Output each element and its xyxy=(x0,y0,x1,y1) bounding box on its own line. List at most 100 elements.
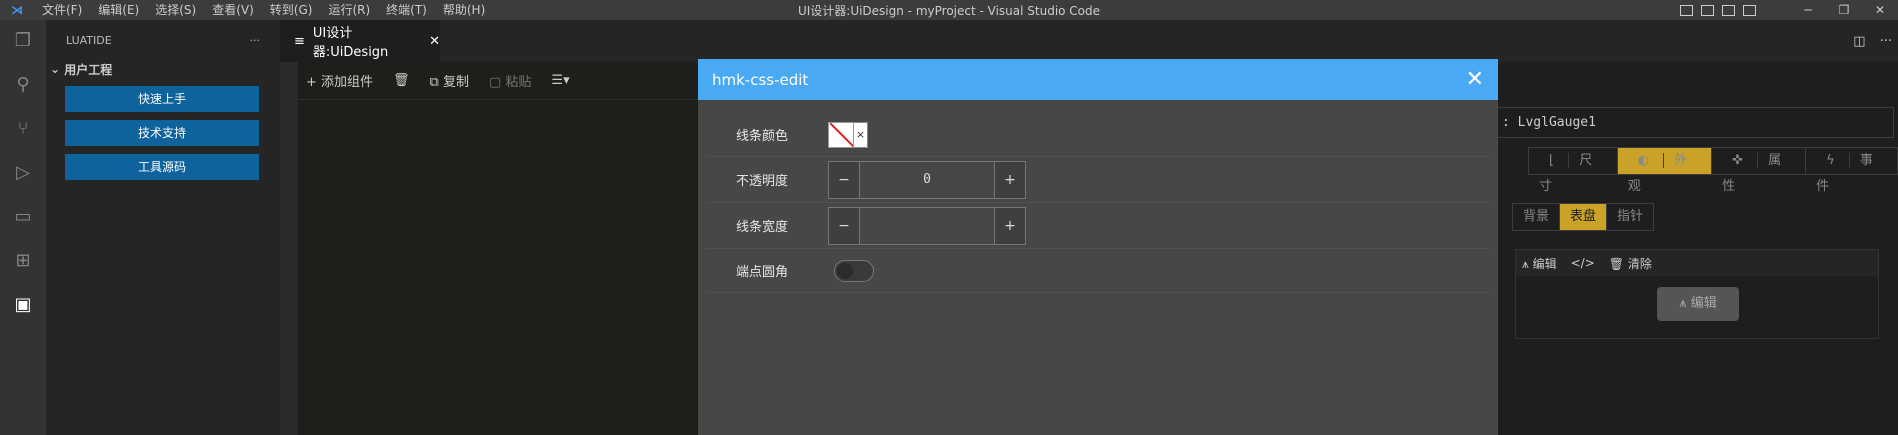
more-actions-icon[interactable]: ··· xyxy=(1880,34,1892,49)
trash-icon: 🗑 xyxy=(1608,256,1628,271)
delete-icon[interactable]: 🗑 xyxy=(393,73,410,88)
tab-events[interactable]: ϟ 事件 xyxy=(1806,148,1897,194)
sidebar-header: LUATIDE ··· xyxy=(46,20,280,60)
style-edit-box: ⩚ 编辑 </> 🗑 清除 ⩚ 编辑 xyxy=(1515,249,1879,339)
close-tab-icon[interactable]: ✕ xyxy=(429,34,440,49)
menu-bar: 文件(F) 编辑(E) 选择(S) 查看(V) 转到(G) 运行(R) 终端(T) 帮助(H) xyxy=(34,0,493,20)
add-component-button[interactable]: + 添加组件 xyxy=(306,71,373,90)
opacity-decrement-button[interactable]: − xyxy=(829,161,859,198)
tab-dial[interactable]: 表盘 xyxy=(1560,204,1608,230)
dialog-header: hmk-css-edit ✕ xyxy=(698,59,1498,100)
menu-edit[interactable]: 编辑(E) xyxy=(90,3,147,17)
compass-icon: ⩚ xyxy=(1679,296,1691,311)
title-bar: ⋊ 文件(F) 编辑(E) 选择(S) 查看(V) 转到(G) 运行(R) 终端(T) 帮助(… xyxy=(0,0,1898,20)
split-editor-icon[interactable]: ◫ xyxy=(1853,34,1865,49)
editor-gutter xyxy=(280,62,298,435)
tab-size[interactable]: ⌊ 尺寸 xyxy=(1529,148,1618,194)
menu-view[interactable]: 查看(V) xyxy=(204,3,262,17)
tab-background[interactable]: 背景 xyxy=(1513,204,1561,230)
menu-file[interactable]: 文件(F) xyxy=(34,3,90,17)
close-icon[interactable]: ✕ xyxy=(1466,67,1484,92)
close-window-button[interactable]: ✕ xyxy=(1862,3,1898,17)
edit-link-label: 编辑 xyxy=(1532,256,1557,271)
line-width-increment-button[interactable]: + xyxy=(995,207,1025,244)
search-icon[interactable]: ⚲ xyxy=(11,72,35,96)
menu-terminal[interactable]: 终端(T) xyxy=(378,3,435,17)
code-icon[interactable]: </> xyxy=(1571,256,1595,270)
tab-ui-design[interactable]: ≡ UI设计器:UiDesign ✕ xyxy=(280,20,440,62)
properties-icon: ✜ xyxy=(1722,153,1759,168)
opacity-input[interactable]: 0 xyxy=(859,161,995,198)
section-label: 用户工程 xyxy=(64,62,113,77)
customize-layout-icon[interactable] xyxy=(1743,4,1756,16)
window-controls: ─ ❐ ✕ xyxy=(1790,0,1898,20)
editor-tab-bar: ≡ UI设计器:UiDesign ✕ ◫ ··· xyxy=(280,20,1898,62)
clear-color-button[interactable]: × xyxy=(854,121,868,148)
activity-bar: ❐ ⚲ ⑂ ▷ ▭ ⊞ ▣ xyxy=(0,20,46,435)
line-width-input[interactable] xyxy=(859,207,995,244)
tool-source-button[interactable]: 工具源码 xyxy=(65,154,259,180)
source-control-icon[interactable]: ⑂ xyxy=(11,116,35,140)
row-round-ends: 端点圆角 xyxy=(706,249,1490,293)
line-width-label: 线条宽度 xyxy=(736,220,789,235)
line-width-stepper: − + xyxy=(828,206,1026,245)
row-line-color: 线条颜色 × xyxy=(706,113,1490,157)
round-ends-toggle[interactable] xyxy=(834,259,874,282)
color-swatch[interactable] xyxy=(828,121,854,148)
menu-help[interactable]: 帮助(H) xyxy=(435,3,493,17)
component-name-field[interactable]: : LvglGauge1 xyxy=(1497,107,1894,138)
sidebar-title: LUATIDE xyxy=(66,33,112,47)
copy-button[interactable]: ⧉ 复制 xyxy=(430,71,469,90)
tab-appearance[interactable]: ◐ 外观 xyxy=(1617,148,1713,194)
tech-support-button[interactable]: 技术支持 xyxy=(65,120,259,146)
minimize-button[interactable]: ─ xyxy=(1790,3,1826,17)
main-tabs: ⌊ 尺寸 ◐ 外观 ✜ 属性 ϟ 事件 xyxy=(1528,147,1898,194)
opacity-increment-button[interactable]: + xyxy=(995,161,1025,198)
toggle-secondary-sidebar-icon[interactable] xyxy=(1722,4,1735,16)
menu-selection[interactable]: 选择(S) xyxy=(147,3,204,17)
palette-icon: ◐ xyxy=(1627,153,1665,168)
vscode-logo-icon: ⋊ xyxy=(11,3,23,17)
more-actions-icon[interactable]: ··· xyxy=(250,34,261,47)
clear-link[interactable]: 🗑 清除 xyxy=(1609,255,1652,272)
paste-button[interactable]: ▢ 粘贴 xyxy=(489,71,531,90)
compass-icon: ⩚ xyxy=(1522,256,1533,271)
opacity-label: 不透明度 xyxy=(736,174,789,189)
toggle-panel-icon[interactable] xyxy=(1701,4,1714,16)
row-opacity: 不透明度 − 0 + xyxy=(706,157,1490,203)
file-icon: ≡ xyxy=(294,33,305,49)
design-canvas[interactable] xyxy=(298,62,698,435)
opacity-stepper: − 0 + xyxy=(828,160,1026,199)
section-user-project[interactable]: ⌄ 用户工程 xyxy=(46,60,280,78)
copy-label: 复制 xyxy=(442,75,469,90)
extensions-icon[interactable]: ⊞ xyxy=(11,248,35,272)
line-width-decrement-button[interactable]: − xyxy=(829,207,859,244)
edit-style-button[interactable]: ⩚ 编辑 xyxy=(1657,287,1739,321)
tab-pointer[interactable]: 指针 xyxy=(1607,204,1653,230)
edit-style-label: 编辑 xyxy=(1690,296,1717,311)
round-ends-label: 端点圆角 xyxy=(736,265,789,280)
editor-actions: ◫ ··· xyxy=(1853,20,1898,62)
chevron-down-icon: ⌄ xyxy=(50,62,65,76)
tab-properties[interactable]: ✜ 属性 xyxy=(1712,148,1807,194)
menu-run[interactable]: 运行(R) xyxy=(320,3,378,17)
css-edit-dialog: hmk-css-edit ✕ 线条颜色 × 不透明度 − 0 + 线条宽度 − … xyxy=(698,59,1498,435)
bolt-icon: ϟ xyxy=(1816,153,1850,168)
chip-icon[interactable]: ▣ xyxy=(11,292,35,316)
run-debug-icon[interactable]: ▷ xyxy=(11,160,35,184)
color-picker: × xyxy=(828,121,868,148)
tab-label: UI设计器:UiDesign xyxy=(312,26,389,60)
copy-icon: ⧉ xyxy=(429,75,443,90)
quick-start-button[interactable]: 快速上手 xyxy=(65,86,259,112)
paste-icon: ▢ xyxy=(488,75,506,90)
menu-go[interactable]: 转到(G) xyxy=(262,3,321,17)
size-icon: ⌊ xyxy=(1539,153,1570,168)
toggle-sidebar-icon[interactable] xyxy=(1680,4,1693,16)
restore-button[interactable]: ❐ xyxy=(1826,3,1862,17)
align-menu-icon[interactable]: ☰▾ xyxy=(551,73,569,88)
line-color-label: 线条颜色 xyxy=(736,129,789,144)
remote-icon[interactable]: ▭ xyxy=(11,204,35,228)
explorer-icon[interactable]: ❐ xyxy=(11,28,35,52)
dialog-title: hmk-css-edit xyxy=(712,70,809,89)
edit-link[interactable]: ⩚ 编辑 xyxy=(1522,255,1557,272)
